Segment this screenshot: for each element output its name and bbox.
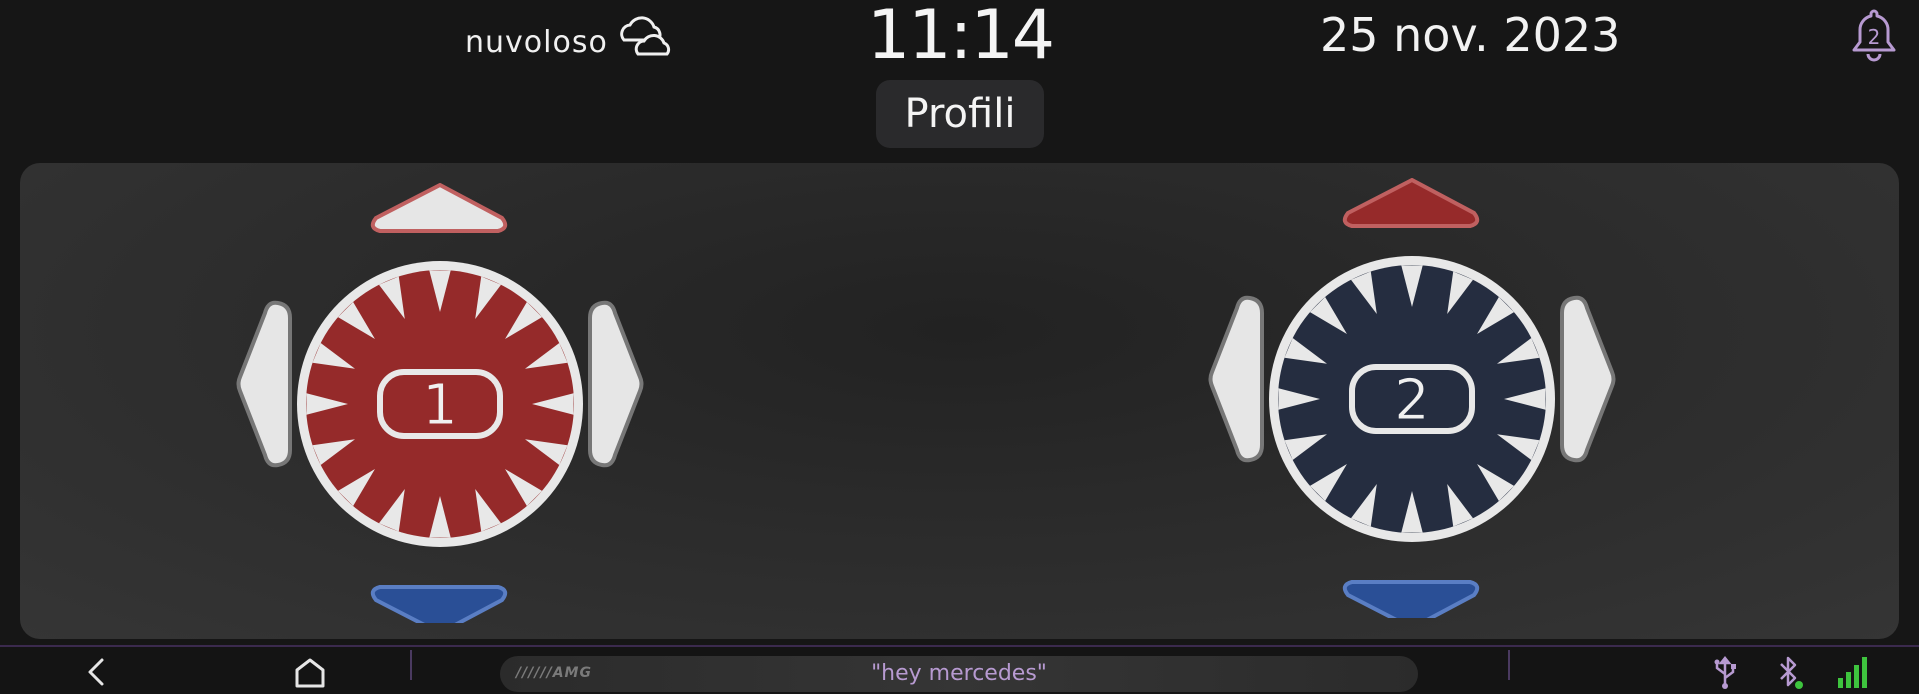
seat-2-down-arrow[interactable]: [1342, 580, 1480, 631]
weather-label: nuvoloso: [465, 25, 608, 60]
bell-icon: 2: [1852, 9, 1896, 62]
weather-widget[interactable]: nuvoloso: [465, 10, 676, 60]
notifications-button[interactable]: 2: [1846, 6, 1902, 64]
seat-profile-2: 2: [1182, 177, 1662, 631]
bluetooth-icon: [1780, 656, 1803, 689]
back-button[interactable]: [80, 654, 116, 690]
cloudy-icon: [620, 16, 670, 56]
home-icon: [295, 658, 325, 688]
seat-2-number: 2: [1394, 368, 1430, 433]
seat-2-right-arrow[interactable]: [1560, 295, 1616, 463]
seat-2-up-arrow[interactable]: [1342, 177, 1480, 228]
divider: [1508, 650, 1510, 680]
seat-2-left-arrow[interactable]: [1208, 295, 1264, 463]
clock: 11:14: [867, 0, 1055, 75]
seat-2-dial[interactable]: 2: [1269, 256, 1555, 542]
page-title: Profili: [876, 80, 1044, 148]
date-label: 25 nov. 2023: [1320, 8, 1621, 62]
signal-icon: [1838, 657, 1867, 688]
usb-icon: [1714, 655, 1736, 689]
home-button[interactable]: [292, 654, 328, 690]
seat-1-right-arrow[interactable]: [588, 300, 644, 468]
seat-1-left-arrow[interactable]: [236, 300, 292, 468]
seat-1-up-arrow[interactable]: [370, 182, 508, 233]
seat-1-dial[interactable]: 1: [297, 261, 583, 547]
back-icon: [88, 658, 104, 686]
seat-profiles-panel: 1 2: [20, 163, 1899, 639]
voice-hint: "hey mercedes": [871, 661, 1047, 686]
status-bar: nuvoloso 11:14 25 nov. 2023 2: [0, 0, 1919, 78]
seat-1-number: 1: [422, 373, 458, 438]
bluetooth-button[interactable]: [1772, 654, 1806, 690]
page-title-label: Profili: [904, 91, 1016, 137]
voice-assistant-bar[interactable]: //////AMG "hey mercedes": [500, 656, 1418, 692]
usb-button[interactable]: [1710, 654, 1740, 690]
signal-indicator: [1836, 654, 1870, 690]
seat-1-down-arrow[interactable]: [370, 585, 508, 636]
notification-count: 2: [1868, 25, 1881, 49]
seat-profile-1: 1: [210, 182, 690, 636]
divider: [410, 650, 412, 680]
